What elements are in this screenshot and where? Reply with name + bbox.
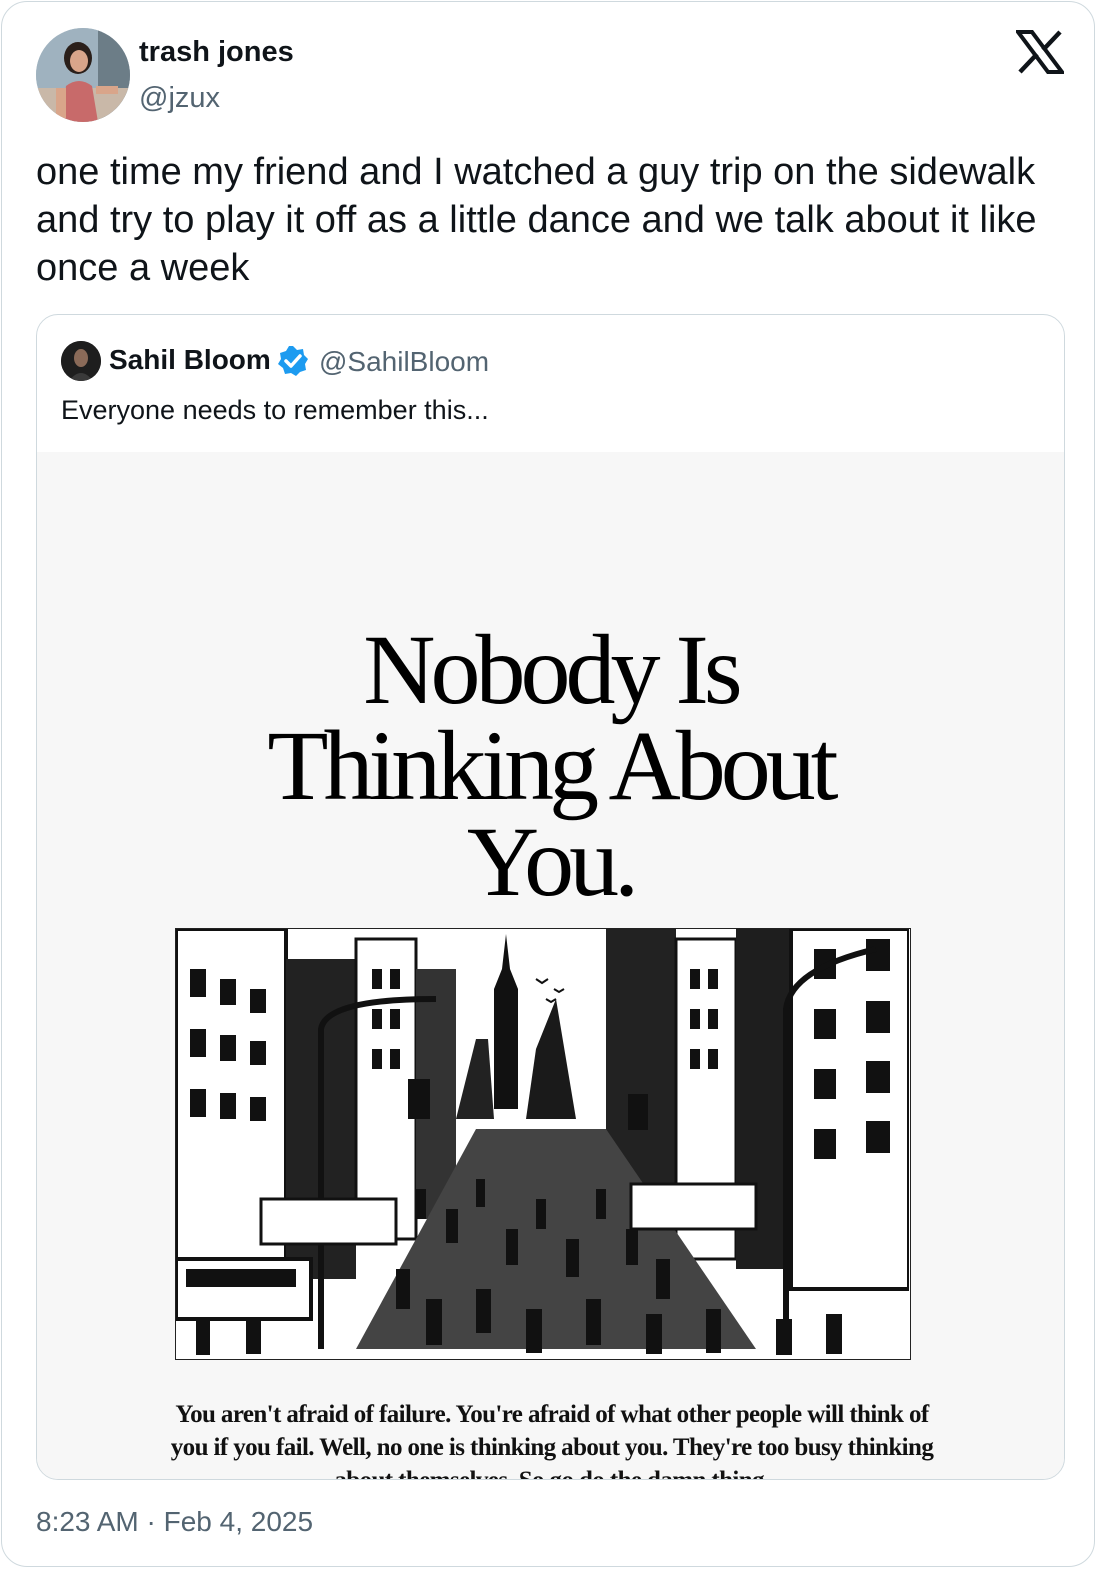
quoted-avatar-image <box>61 341 101 381</box>
quoted-author-name[interactable]: Sahil Bloom <box>109 344 271 376</box>
verified-badge-icon <box>278 346 308 376</box>
tweet-timestamp[interactable]: 8:23 AM · Feb 4, 2025 <box>36 1506 313 1538</box>
headline-line: Nobody Is <box>363 614 742 725</box>
author-name[interactable]: trash jones <box>139 36 294 69</box>
quoted-media[interactable]: Nobody Is Thinking About You. You aren't… <box>37 452 1064 1479</box>
quoted-author-handle[interactable]: @SahilBloom <box>319 346 489 378</box>
quoted-tweet[interactable]: Sahil Bloom @SahilBloom Everyone needs t… <box>36 314 1065 1480</box>
headline-line: You. <box>466 806 639 917</box>
quoted-author-avatar[interactable] <box>61 341 101 381</box>
author-avatar[interactable] <box>36 28 130 122</box>
author-avatar-image <box>36 28 130 122</box>
city-crowd-illustration <box>175 928 911 1360</box>
media-headline: Nobody Is Thinking About You. <box>37 614 1064 917</box>
city-illustration-art <box>176 929 910 1358</box>
media-caption: You aren't afraid of failure. You're afr… <box>170 1401 934 1479</box>
x-logo-icon[interactable] <box>1016 30 1064 74</box>
quoted-text: Everyone needs to remember this... <box>61 395 489 425</box>
author-handle[interactable]: @jzux <box>139 82 220 115</box>
tweet-text: one time my friend and I watched a guy t… <box>36 151 1037 289</box>
headline-line: Thinking About <box>267 710 838 821</box>
tweet-card: trash jones @jzux one time my friend and… <box>1 1 1095 1567</box>
